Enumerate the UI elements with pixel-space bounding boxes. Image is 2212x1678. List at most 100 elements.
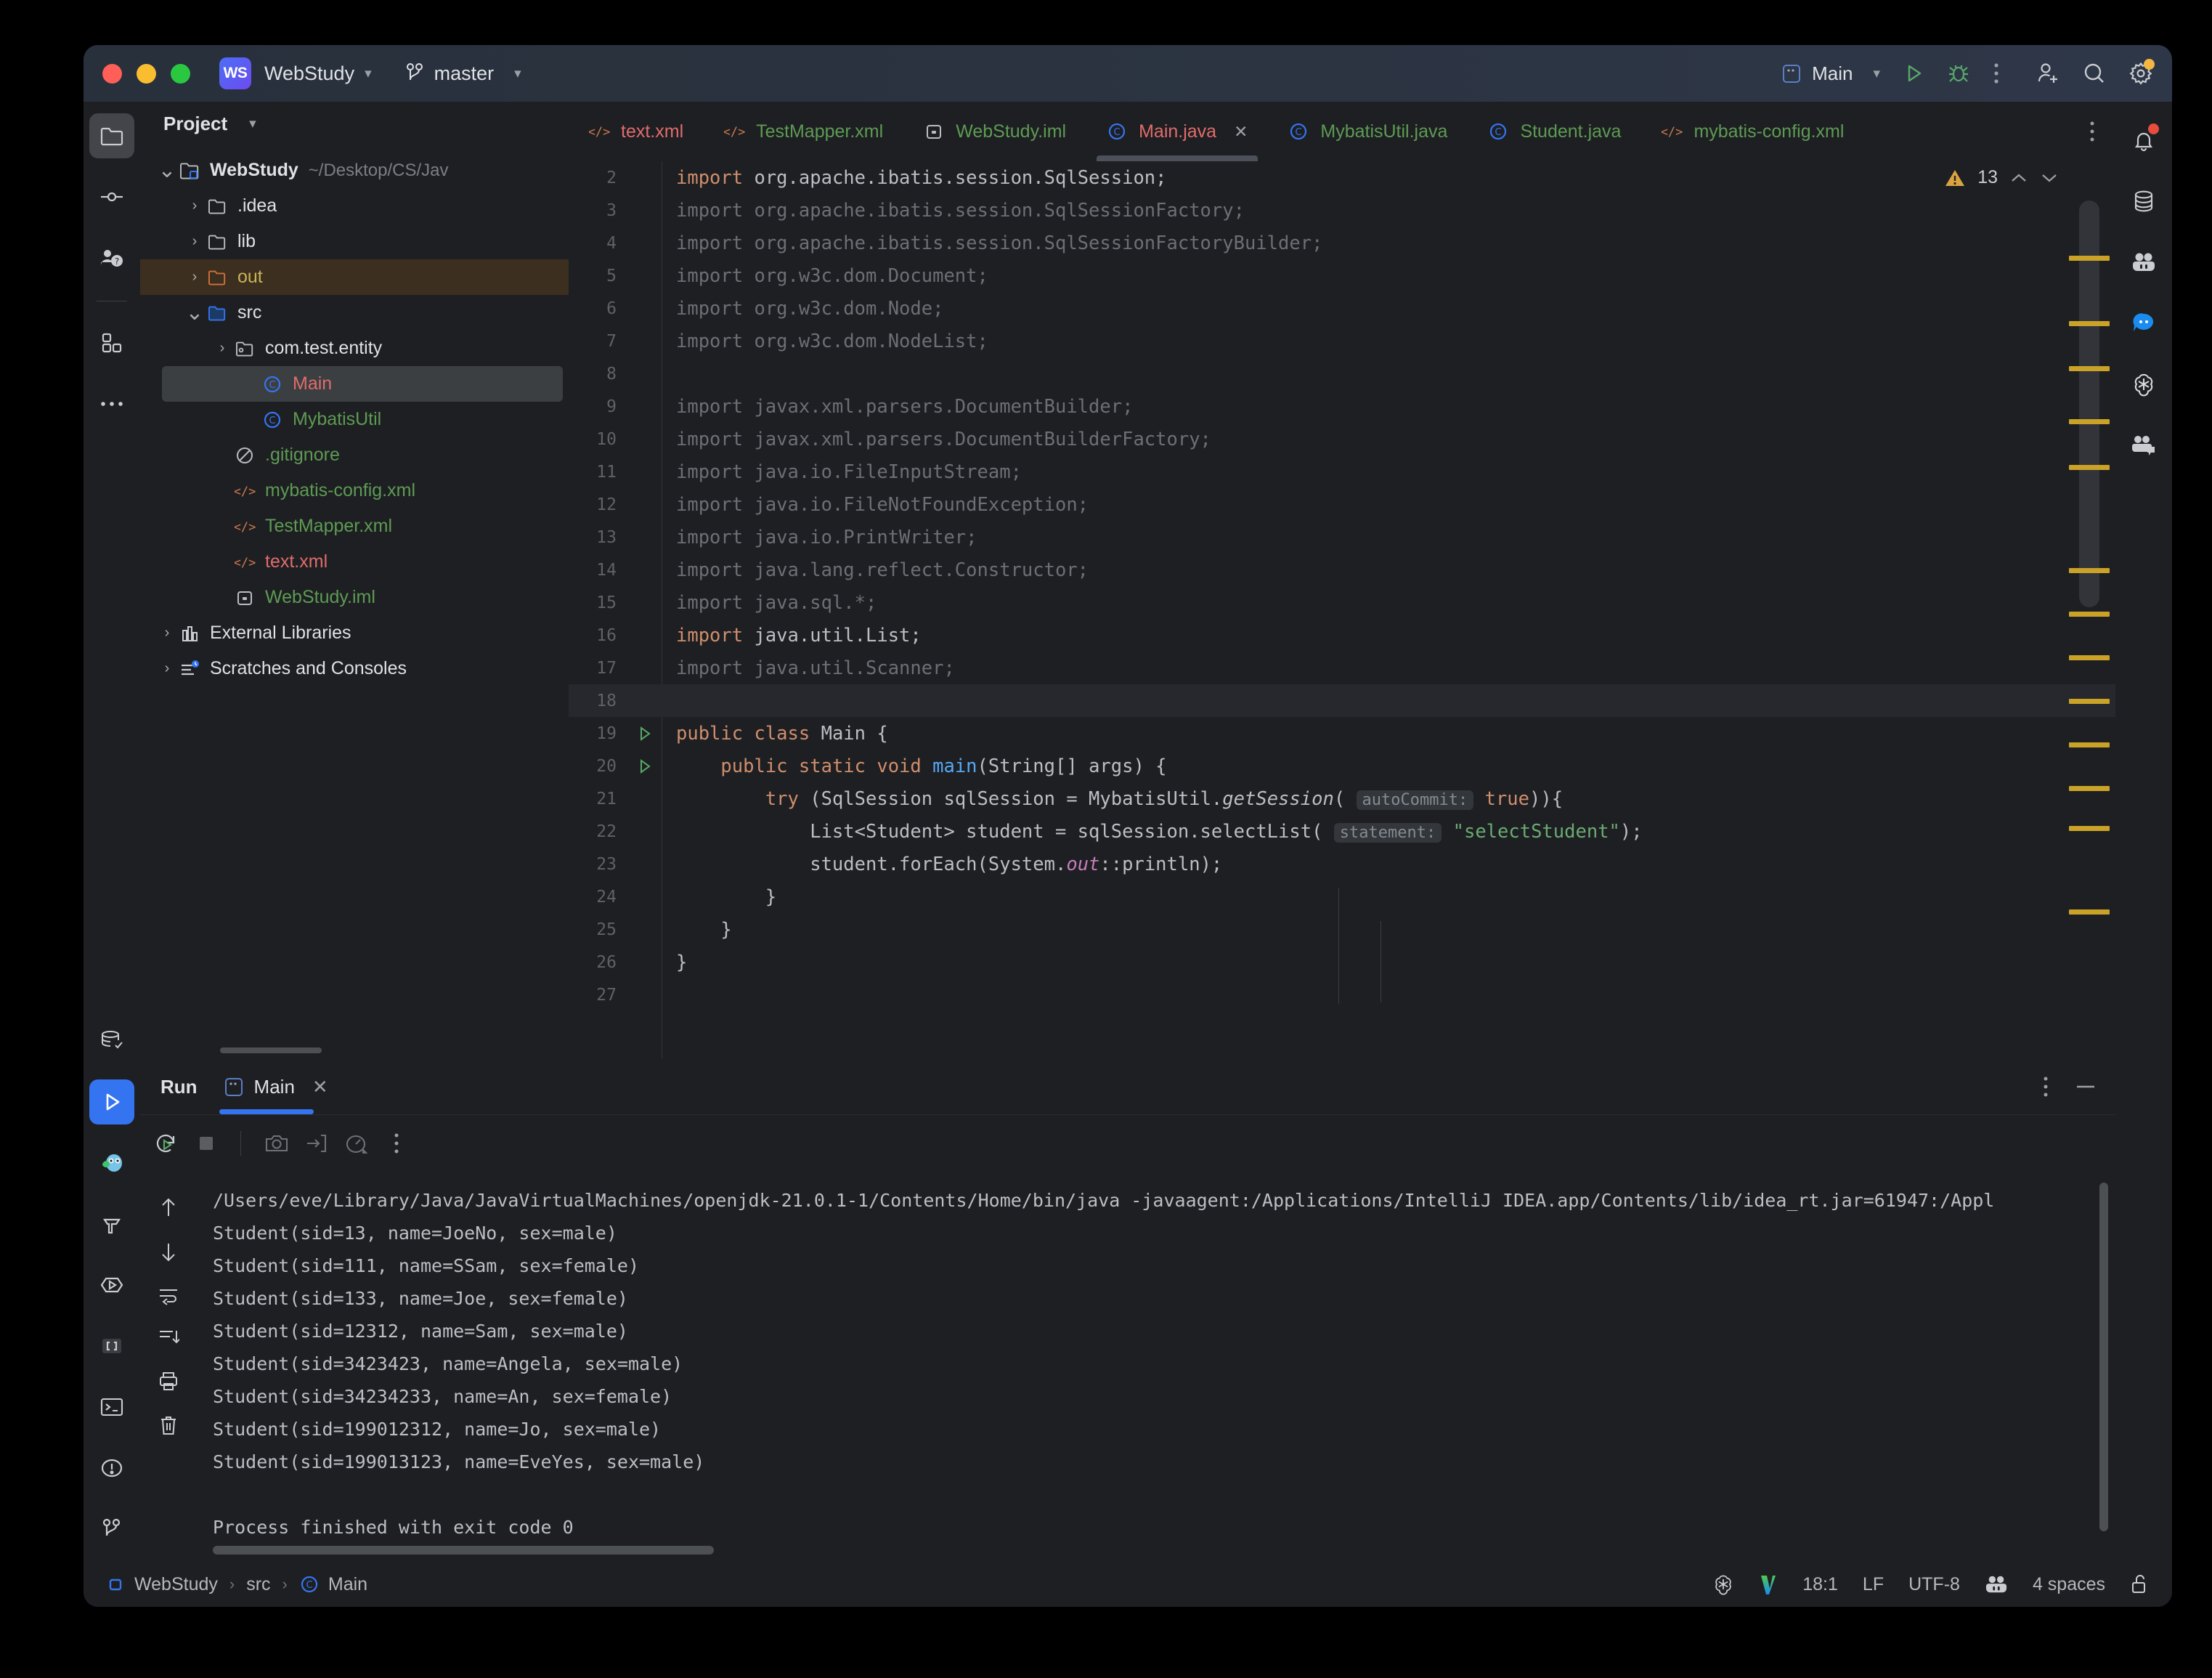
code-line[interactable]: 16import java.util.List; [569,619,2115,652]
chevron-down-icon[interactable]: ⌄ [156,167,178,174]
tree-item-testmapper-xml[interactable]: </>TestMapper.xml [140,508,569,544]
sidebar-item-database[interactable] [89,1018,134,1063]
sidebar-item-run[interactable] [89,1079,134,1124]
tree-item-webstudy[interactable]: ⌄WebStudy~/Desktop/CS/Jav [140,153,569,188]
debug-icon[interactable] [1947,62,1970,85]
trash-icon[interactable] [158,1414,179,1437]
console-output[interactable]: /Users/eve/Library/Java/JavaVirtualMachi… [197,1171,2115,1562]
chevron-down-icon[interactable]: ⌄ [184,309,206,317]
tree-item-external-libraries[interactable]: ›External Libraries [140,615,569,651]
chevron-right-icon[interactable]: › [156,660,178,677]
breadcrumb-item[interactable]: src [246,1574,270,1595]
close-icon[interactable]: ✕ [1234,122,1248,142]
code-line[interactable]: 22 List<Student> student = sqlSession.se… [569,815,2115,848]
chevron-right-icon[interactable]: › [184,233,206,250]
arrow-up-icon[interactable] [158,1196,179,1219]
vim-icon[interactable] [1759,1573,1778,1596]
run-tab-main[interactable]: Main ✕ [219,1059,333,1114]
code-line[interactable]: 6import org.w3c.dom.Node; [569,292,2115,325]
editor-tab-bar[interactable]: </>text.xml</>TestMapper.xmlWebStudy.iml… [569,102,2115,161]
breadcrumb-item[interactable]: WebStudy [105,1574,218,1595]
rerun-icon[interactable] [153,1130,179,1156]
chevron-right-icon[interactable]: › [184,269,206,285]
code-line[interactable]: 23 student.forEach(System.out::println); [569,848,2115,880]
scroll-end-icon[interactable] [158,1328,179,1348]
search-icon[interactable] [2082,61,2107,86]
minimize-window-icon[interactable] [137,64,156,84]
tree-item-text-xml[interactable]: </>text.xml [140,544,569,580]
sidebar-item-build[interactable] [89,1201,134,1247]
minimize-icon[interactable] [2075,1083,2097,1090]
project-tree-hscrollbar[interactable] [220,1047,322,1053]
caret-position[interactable]: 18:1 [1802,1574,1838,1595]
camera-icon[interactable] [264,1132,289,1154]
chevron-down-icon[interactable]: ▾ [249,115,256,132]
code-line[interactable]: 26} [569,946,2115,978]
code-line[interactable]: 15import java.sql.*; [569,586,2115,619]
chevron-right-icon[interactable]: › [156,625,178,641]
editor-scrollbar[interactable] [2079,200,2099,607]
console-vscrollbar[interactable] [2099,1183,2108,1531]
maximize-window-icon[interactable] [171,64,190,84]
project-panel-header[interactable]: Project ▾ [140,102,569,145]
code-line[interactable]: 2import org.apache.ibatis.session.SqlSes… [569,161,2115,194]
gear-icon[interactable] [2128,61,2153,86]
file-encoding[interactable]: UTF-8 [1908,1574,1960,1595]
more-vertical-icon[interactable] [2069,102,2115,161]
editor-tab-webstudy-iml[interactable]: WebStudy.iml [903,102,1086,161]
sidebar-item-pull-requests[interactable]: ? [89,235,134,280]
tree-item-src[interactable]: ⌄src [140,295,569,331]
code-line[interactable]: 20 public static void main(String[] args… [569,750,2115,782]
sidebar-item-commit[interactable] [89,174,134,219]
tree-item-webstudy-iml[interactable]: WebStudy.iml [140,580,569,615]
breadcrumb[interactable]: WebStudy›src›CMain [105,1574,367,1595]
tree-item-lib[interactable]: ›lib [140,224,569,259]
robot-icon[interactable] [1985,1573,2008,1595]
inspection-widget[interactable]: 13 [1944,167,2059,188]
add-user-icon[interactable] [2036,61,2060,86]
sidebar-item-problems[interactable] [89,1446,134,1491]
code-line[interactable]: 17import java.util.Scanner; [569,652,2115,684]
code-line[interactable]: 3import org.apache.ibatis.session.SqlSes… [569,194,2115,227]
arrow-down-icon[interactable] [158,1241,179,1264]
code-line[interactable]: 19public class Main { [569,717,2115,750]
print-icon[interactable] [158,1370,179,1392]
editor-tab-text-xml[interactable]: </>text.xml [569,102,704,161]
sidebar-item-ai-assistant[interactable] [89,1140,134,1185]
code-line[interactable]: 14import java.lang.reflect.Constructor; [569,554,2115,586]
stop-icon[interactable] [195,1132,217,1154]
database-icon[interactable] [2121,179,2166,224]
code-line[interactable]: 25 } [569,913,2115,946]
more-vertical-icon[interactable] [2041,1075,2050,1098]
code-line[interactable]: 27 [569,978,2115,1011]
project-tree[interactable]: ⌄WebStudy~/Desktop/CS/Jav›.idea›lib›out⌄… [140,145,569,686]
sidebar-item-bookmarks[interactable] [89,1324,134,1369]
gauge-icon[interactable] [344,1132,367,1154]
openai-icon[interactable] [1712,1573,1734,1595]
tree-item-out[interactable]: ›out [140,259,569,295]
thread-dump-icon[interactable] [305,1132,328,1154]
code-line[interactable]: 9import javax.xml.parsers.DocumentBuilde… [569,390,2115,423]
tree-item-idea[interactable]: ›.idea [140,188,569,224]
chevron-right-icon[interactable]: › [211,340,233,357]
chevron-down-icon[interactable]: ▾ [365,65,372,82]
code-lines[interactable]: 2import org.apache.ibatis.session.SqlSes… [569,161,2115,1011]
soft-wrap-icon[interactable] [158,1286,179,1306]
sidebar-item-version-control[interactable] [89,1507,134,1552]
project-badge[interactable]: WS [219,57,251,89]
chevron-down-icon[interactable] [2040,171,2059,185]
editor-tab-mybatisutil-java[interactable]: CMybatisUtil.java [1268,102,1468,161]
branch-selector[interactable]: master ▾ [405,62,521,85]
chat-bubble-icon[interactable] [2121,301,2166,346]
unlock-icon[interactable] [2130,1573,2150,1596]
project-name[interactable]: WebStudy [264,62,354,85]
robot-chat-icon[interactable] [2121,423,2166,468]
code-line[interactable]: 12import java.io.FileNotFoundException; [569,488,2115,521]
sidebar-item-project[interactable] [89,113,134,158]
indent-setting[interactable]: 4 spaces [2033,1574,2105,1595]
editor-tab-main-java[interactable]: CMain.java✕ [1086,102,1268,161]
chevron-up-icon[interactable] [2009,171,2028,185]
console-hscrollbar[interactable] [213,1546,714,1555]
code-line[interactable]: 21 try (SqlSession sqlSession = MybatisU… [569,782,2115,815]
notifications-bell-icon[interactable] [2121,118,2166,163]
